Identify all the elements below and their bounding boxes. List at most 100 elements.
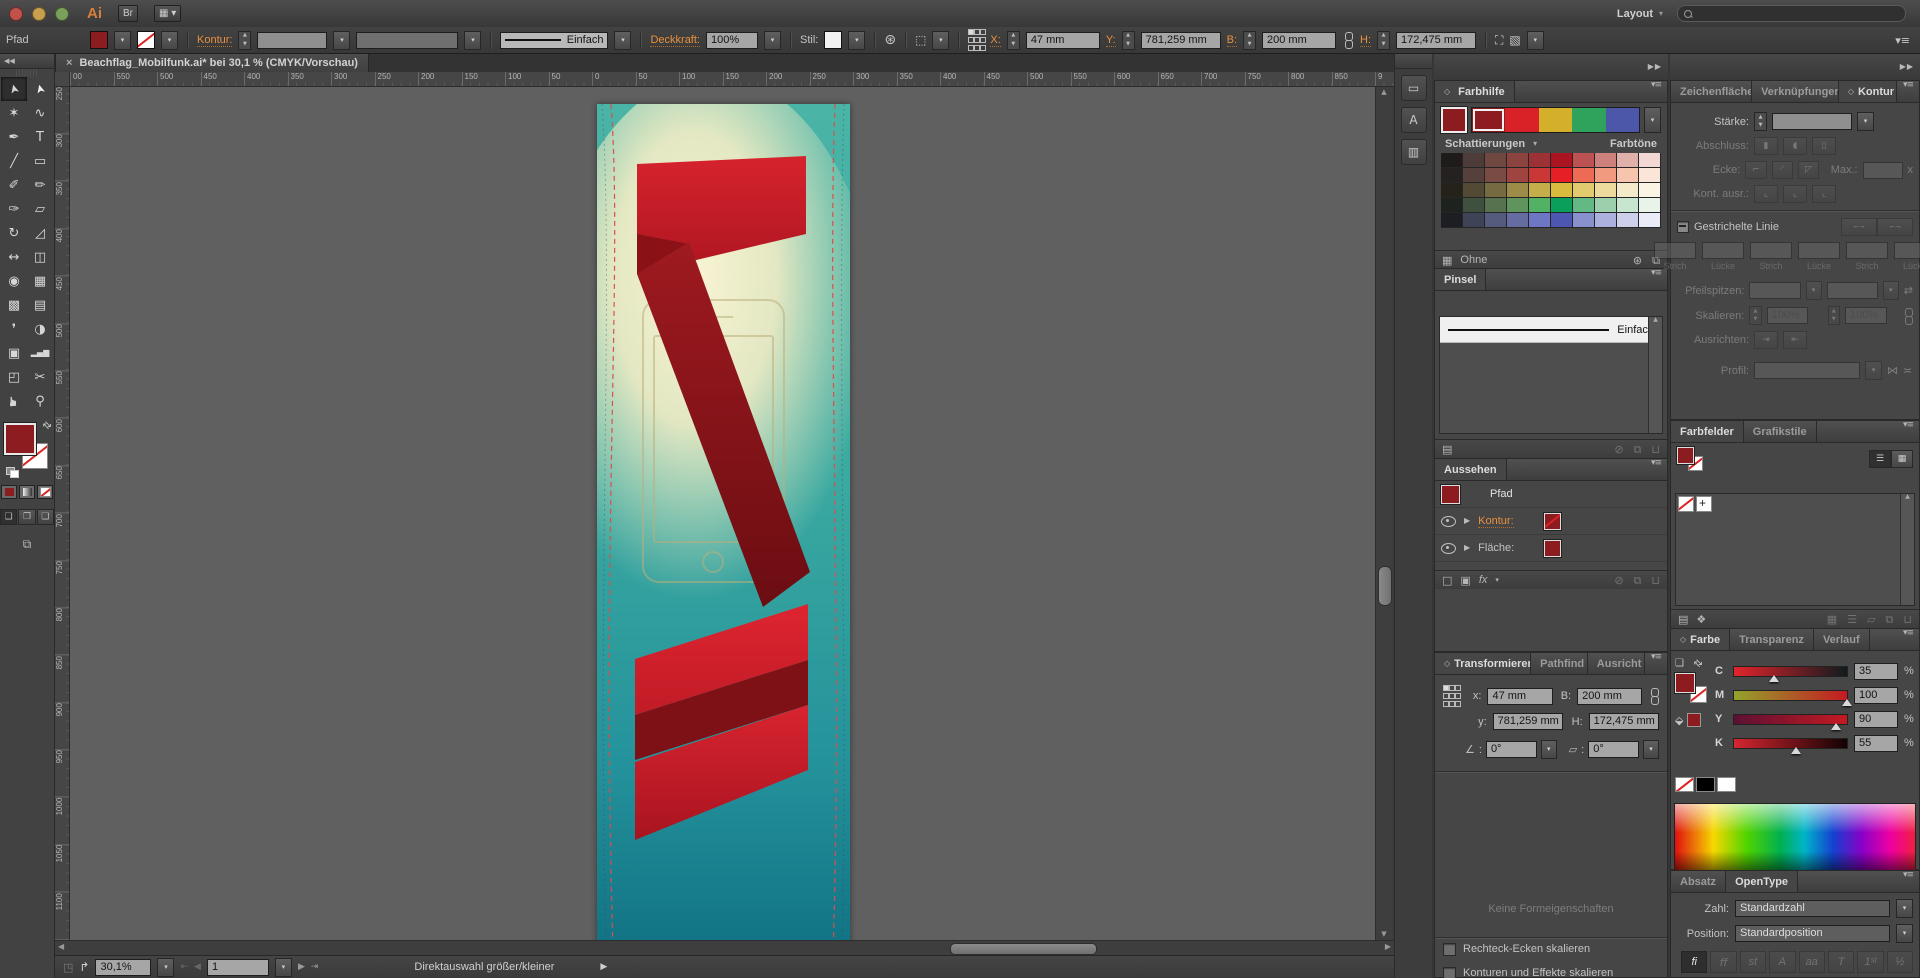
scroll-right-icon[interactable]: ▶ bbox=[1385, 943, 1391, 951]
color-variation-swatch[interactable] bbox=[1485, 183, 1507, 198]
dock-column-header[interactable]: ▶▶ bbox=[1434, 54, 1668, 81]
scroll-down-icon[interactable]: ▼ bbox=[1376, 931, 1392, 938]
appearance-row-fill[interactable]: ▶ Fläche: bbox=[1435, 535, 1667, 562]
y-position-link[interactable]: Y: bbox=[1106, 34, 1116, 47]
none-swatch[interactable] bbox=[1678, 496, 1694, 512]
tab-ausrichten[interactable]: Ausricht bbox=[1588, 653, 1645, 674]
align-stroke-inside-button[interactable]: ⌞ bbox=[1783, 185, 1807, 203]
slider-thumb[interactable] bbox=[1791, 747, 1801, 754]
color-variation-swatch[interactable] bbox=[1441, 198, 1463, 213]
color-variation-swatch[interactable] bbox=[1617, 213, 1639, 228]
color-variation-swatch[interactable] bbox=[1507, 183, 1529, 198]
color-variation-swatch[interactable] bbox=[1463, 153, 1485, 168]
eyedropper-tool[interactable]: ❜ bbox=[1, 317, 27, 341]
color-variation-swatch[interactable] bbox=[1551, 183, 1573, 198]
color-variation-swatch[interactable] bbox=[1441, 168, 1463, 183]
slider-thumb[interactable] bbox=[1769, 675, 1779, 682]
panel-menu-icon[interactable]: ▾≡ bbox=[1645, 459, 1667, 480]
scroll-left-icon[interactable]: ◀ bbox=[58, 943, 64, 951]
blob-brush-tool[interactable]: ✑ bbox=[1, 197, 27, 221]
horizontal-scrollbar[interactable]: ◀ ▶ bbox=[55, 940, 1394, 955]
transform-width-field[interactable]: 200 mm bbox=[1577, 688, 1642, 705]
slider-thumb[interactable] bbox=[1831, 723, 1841, 730]
collapsed-dock-header[interactable] bbox=[1395, 54, 1432, 69]
color-variation-swatch[interactable] bbox=[1639, 198, 1661, 213]
new-brush-icon[interactable]: ⧉ bbox=[1634, 444, 1642, 455]
remove-brush-stroke-icon[interactable]: ⊘ bbox=[1614, 444, 1623, 455]
align-stroke-outside-button[interactable]: ⌞ bbox=[1812, 185, 1836, 203]
pen-tool[interactable]: ✒ bbox=[1, 125, 27, 149]
paintbrush-tool[interactable]: ✐ bbox=[1, 173, 27, 197]
color-variation-swatch[interactable] bbox=[1485, 153, 1507, 168]
transform-x-field[interactable]: 47 mm bbox=[1487, 688, 1552, 705]
color-variation-swatch[interactable] bbox=[1573, 213, 1595, 228]
tab-verlauf[interactable]: Verlauf bbox=[1814, 629, 1870, 650]
dash-value-field[interactable] bbox=[1846, 242, 1888, 259]
search-input[interactable] bbox=[1677, 5, 1906, 22]
new-swatch-icon[interactable]: ⧉ bbox=[1886, 614, 1894, 625]
dash-value-field[interactable] bbox=[1750, 242, 1792, 259]
swatch-options-icon[interactable]: ☰ bbox=[1847, 614, 1857, 625]
clear-appearance-icon[interactable]: ⊘ bbox=[1614, 575, 1623, 586]
fill-proxy-swatch[interactable] bbox=[4, 423, 36, 455]
transform-y-field[interactable]: 781,259 mm bbox=[1493, 713, 1563, 730]
width-field[interactable]: 200 mm bbox=[1262, 32, 1336, 49]
x-position-link[interactable]: X: bbox=[990, 34, 1000, 47]
slider-track[interactable] bbox=[1733, 738, 1848, 749]
new-fill-icon[interactable]: ▣ bbox=[1460, 575, 1470, 586]
position-select[interactable]: Standardposition bbox=[1735, 925, 1890, 942]
edit-colors-icon[interactable]: ⊛ bbox=[1633, 255, 1642, 266]
tab-pinsel[interactable]: Pinsel bbox=[1435, 269, 1486, 290]
harmony-color-swatch[interactable] bbox=[1572, 108, 1605, 132]
width-profile-dropdown[interactable]: ▾ bbox=[1865, 361, 1882, 380]
color-variation-swatch[interactable] bbox=[1573, 198, 1595, 213]
color-variation-swatch[interactable] bbox=[1463, 213, 1485, 228]
hand-tool[interactable]: ☛ bbox=[1, 389, 27, 413]
opentype-feature-button[interactable]: T bbox=[1828, 951, 1854, 973]
current-color-swatch[interactable] bbox=[1441, 107, 1467, 133]
fill-color-dropdown[interactable]: ▾ bbox=[114, 31, 131, 50]
miter-limit-field[interactable] bbox=[1863, 162, 1903, 179]
screen-mode-button[interactable]: ⧉ bbox=[17, 537, 37, 551]
color-variation-swatch[interactable] bbox=[1507, 153, 1529, 168]
color-variation-swatch[interactable] bbox=[1551, 198, 1573, 213]
none-swatch[interactable] bbox=[1675, 777, 1694, 792]
magic-wand-tool[interactable]: ✶ bbox=[1, 101, 27, 125]
y-position-field[interactable]: 781,259 mm bbox=[1141, 32, 1221, 49]
black-swatch[interactable] bbox=[1696, 777, 1715, 792]
height-link[interactable]: H: bbox=[1360, 34, 1371, 47]
reference-point-locator[interactable] bbox=[968, 29, 984, 51]
panel-menu-icon[interactable]: ▾≡ bbox=[1897, 871, 1919, 892]
free-transform-tool[interactable]: ◫ bbox=[27, 245, 53, 269]
vertical-scrollbar[interactable]: ▲ ▼ bbox=[1375, 87, 1392, 940]
tab-pathfinder[interactable]: Pathfind bbox=[1531, 653, 1588, 674]
stroke-weight-field[interactable] bbox=[257, 32, 327, 49]
stroke-weight-dropdown[interactable]: ▾ bbox=[1857, 112, 1874, 131]
width-link[interactable]: B: bbox=[1227, 34, 1237, 47]
swatch-libraries-icon[interactable]: ▤ bbox=[1678, 614, 1688, 625]
arrowhead-start-dropdown[interactable]: ▾ bbox=[1806, 281, 1822, 300]
close-window-icon[interactable] bbox=[9, 7, 23, 21]
color-variation-swatch[interactable] bbox=[1507, 198, 1529, 213]
limit-colors-icon[interactable]: ▦ bbox=[1442, 255, 1452, 266]
selection-tool[interactable]: ➤ bbox=[1, 77, 27, 101]
x-stepper[interactable]: ▲▼ bbox=[1007, 31, 1020, 50]
channel-value-field[interactable]: 90 bbox=[1854, 711, 1898, 728]
default-swatches-icon[interactable]: ❏ bbox=[1675, 658, 1684, 669]
width-stepper[interactable]: ▲▼ bbox=[1243, 31, 1256, 50]
stroke-weight-dropdown[interactable]: ▾ bbox=[333, 31, 350, 50]
align-icon[interactable]: ▧ bbox=[1509, 34, 1520, 46]
opacity-dropdown[interactable]: ▾ bbox=[764, 31, 781, 50]
transform-icon[interactable]: ⛶ bbox=[1495, 34, 1503, 46]
previous-artboard-icon[interactable]: ◀ bbox=[194, 963, 201, 972]
harmony-rules-dropdown[interactable]: ▾ bbox=[1644, 107, 1661, 133]
checkbox[interactable] bbox=[1443, 967, 1456, 978]
tab-aussehen[interactable]: Aussehen bbox=[1435, 459, 1507, 480]
symbol-sprayer-tool[interactable]: ▣ bbox=[1, 341, 27, 365]
stroke-attr-link[interactable]: Kontur: bbox=[1478, 515, 1513, 528]
close-document-icon[interactable]: × bbox=[66, 57, 72, 69]
gamut-color-swatch[interactable] bbox=[1687, 713, 1701, 727]
tools-panel-header[interactable]: ◀◀ bbox=[0, 54, 54, 69]
color-variation-swatch[interactable] bbox=[1639, 168, 1661, 183]
height-field[interactable]: 172,475 mm bbox=[1396, 32, 1476, 49]
